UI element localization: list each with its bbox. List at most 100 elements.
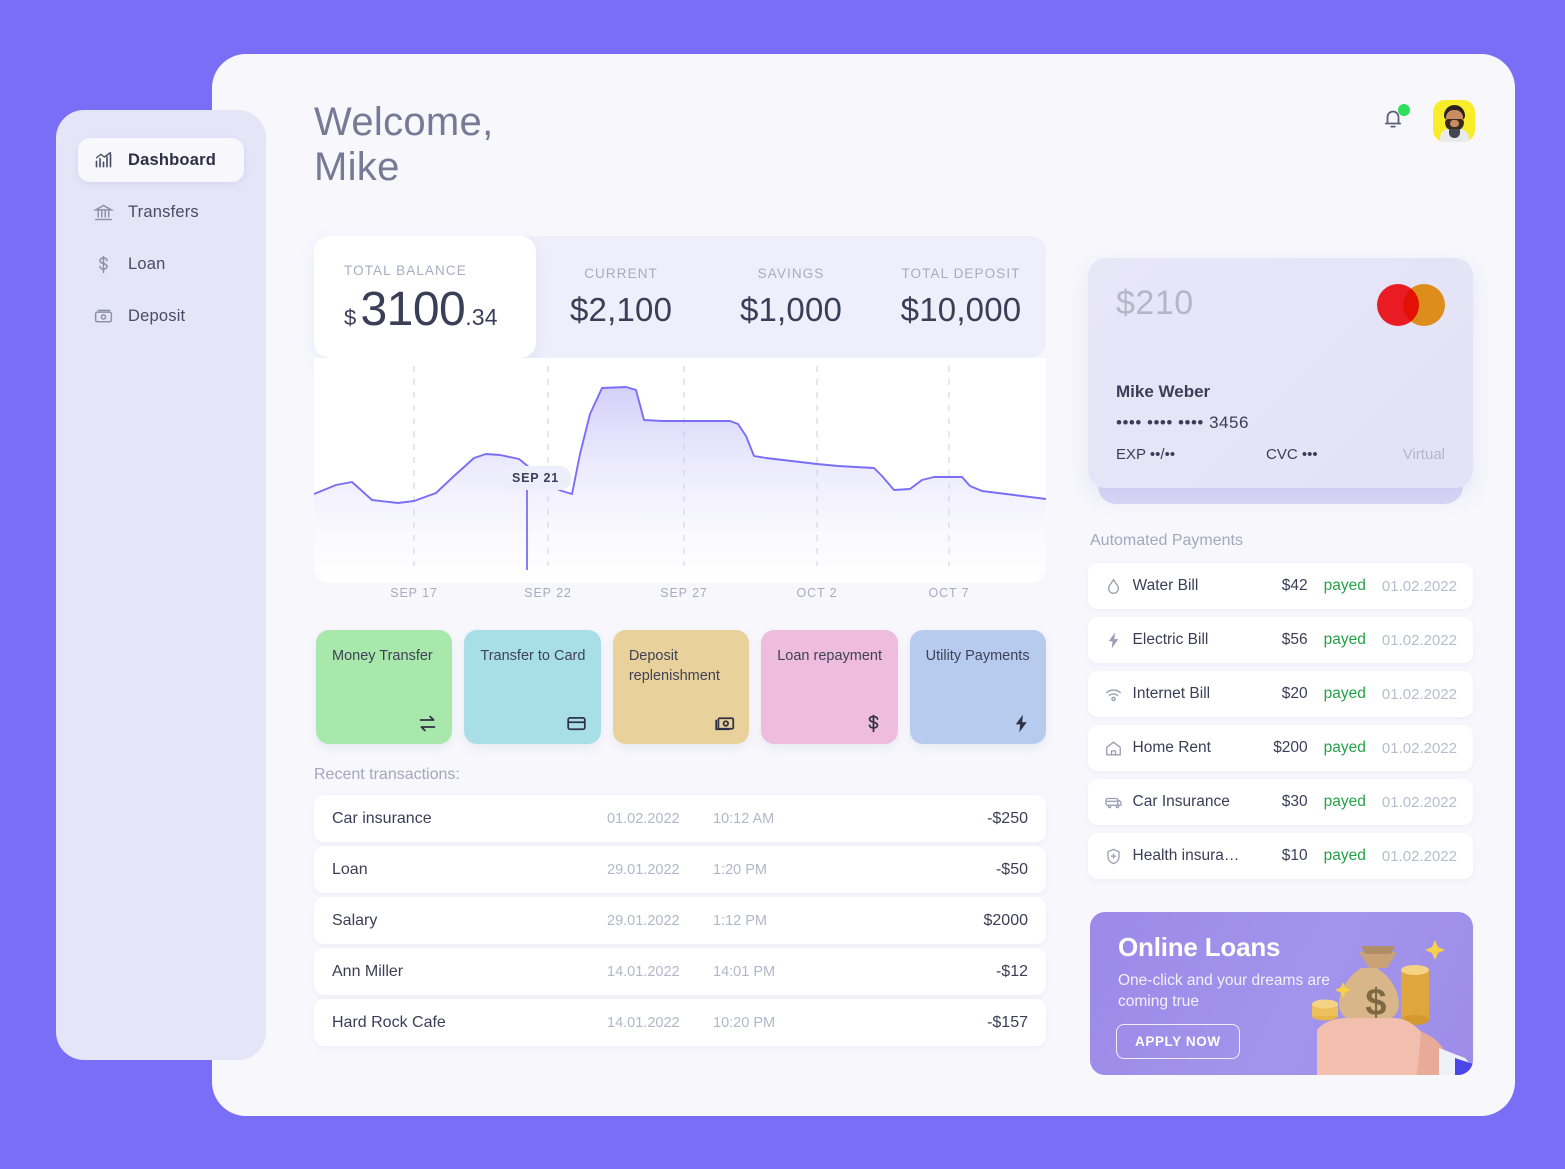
table-row[interactable]: Loan 29.01.2022 1:20 PM -$50 (314, 846, 1046, 893)
payment-amount: $56 (1281, 631, 1308, 648)
apply-now-button[interactable]: APPLY NOW (1116, 1024, 1240, 1059)
recent-transactions-heading: Recent transactions: (314, 766, 460, 783)
card-stack: $210 Mike Weber •••• •••• •••• 3456 EXP … (1088, 258, 1473, 504)
greeting-line-2: Mike (314, 145, 400, 189)
credit-card[interactable]: $210 Mike Weber •••• •••• •••• 3456 EXP … (1088, 258, 1473, 488)
mastercard-logo (1377, 284, 1445, 326)
list-item[interactable]: Electric Bill $56 payed 01.02.2022 (1088, 617, 1473, 663)
action-label: Deposit replenishment (628, 648, 720, 684)
transaction-time: 1:12 PM (713, 912, 767, 929)
app-root: Dashboard Transfers Loan Deposit Welcome… (0, 0, 1565, 1169)
payment-name: Car Insurance (1132, 793, 1230, 810)
x-tick-label: SEP 27 (660, 586, 708, 600)
balance-label: SAVINGS (757, 265, 825, 281)
balance-value: $10,000 (900, 290, 1022, 328)
action-label: Utility Payments (925, 648, 1030, 664)
balance-card-savings[interactable]: SAVINGS $1,000 (706, 236, 876, 358)
bolt-icon (1011, 713, 1032, 734)
transaction-date: 14.01.2022 (607, 1014, 680, 1031)
notifications-button[interactable] (1381, 104, 1410, 136)
hand (1317, 1018, 1473, 1075)
payment-amount: $20 (1281, 685, 1308, 702)
sidebar-item-label: Deposit (128, 306, 186, 325)
table-row[interactable]: Hard Rock Cafe 14.01.2022 10:20 PM -$157 (314, 999, 1046, 1046)
action-deposit-replenishment[interactable]: Deposit replenishment (612, 630, 750, 744)
table-row[interactable]: Salary 29.01.2022 1:12 PM $2000 (314, 897, 1046, 944)
transaction-time: 10:12 AM (713, 810, 775, 827)
dollar-icon (863, 713, 884, 734)
payment-date: 01.02.2022 (1381, 577, 1457, 595)
payment-amount: $30 (1281, 793, 1308, 810)
balance-card-total[interactable]: TOTAL BALANCE $ 3100 .34 (314, 236, 537, 358)
transaction-name: Salary (332, 911, 378, 929)
list-item[interactable]: Water Bill $42 payed 01.02.2022 (1088, 563, 1473, 609)
status-badge: payed (1323, 631, 1366, 648)
balance-value: $1,000 (739, 290, 843, 328)
list-item[interactable]: Health insura… $10 payed 01.02.2022 (1088, 833, 1473, 879)
sidebar-item-label: Transfers (128, 202, 199, 221)
status-badge: payed (1323, 577, 1366, 594)
money-bag: $ (1339, 946, 1399, 1024)
card-holder-name: Mike Weber (1116, 382, 1211, 401)
status-badge: payed (1323, 847, 1366, 864)
payment-date: 01.02.2022 (1381, 793, 1457, 811)
list-item[interactable]: Home Rent $200 payed 01.02.2022 (1088, 725, 1473, 771)
action-utility-payments[interactable]: Utility Payments (909, 630, 1047, 744)
house-icon (1104, 739, 1133, 758)
avatar-chin (1450, 120, 1459, 127)
promo-title: Online Loans (1118, 932, 1281, 962)
payment-name: Health insura… (1132, 847, 1240, 864)
transaction-date: 29.01.2022 (607, 912, 680, 929)
payment-name: Internet Bill (1132, 685, 1211, 702)
sidebar-item-loan[interactable]: Loan (78, 242, 244, 286)
banknote-icon (92, 305, 114, 327)
droplet-icon (1104, 577, 1133, 596)
list-item[interactable]: Car Insurance $30 payed 01.02.2022 (1088, 779, 1473, 825)
transaction-time: 1:20 PM (713, 861, 767, 878)
balance-label: TOTAL DEPOSIT (901, 265, 1021, 281)
action-label: Loan repayment (777, 648, 883, 664)
table-row[interactable]: Ann Miller 14.01.2022 14:01 PM -$12 (314, 948, 1046, 995)
balance-currency: $ (344, 304, 357, 330)
money-bag-in-hand: $ (1312, 940, 1473, 1075)
balance-label: CURRENT (584, 265, 658, 281)
action-label: Transfer to Card (480, 648, 586, 664)
balance-label: TOTAL BALANCE (344, 262, 467, 278)
balance-decimal: .34 (465, 303, 498, 330)
sidebar-item-transfers[interactable]: Transfers (78, 190, 244, 234)
action-money-transfer[interactable]: Money Transfer (316, 630, 453, 744)
balance-chart[interactable] (314, 358, 1046, 583)
payment-name: Home Rent (1132, 739, 1211, 756)
chart-bars-icon (92, 149, 114, 171)
balance-card-current[interactable]: CURRENT $2,100 (536, 236, 706, 358)
transaction-name: Hard Rock Cafe (332, 1013, 446, 1031)
sidebar: Dashboard Transfers Loan Deposit (56, 110, 266, 1060)
transaction-name: Loan (332, 860, 368, 878)
card-expiry: EXP ••/•• (1116, 446, 1176, 463)
list-item[interactable]: Internet Bill $20 payed 01.02.2022 (1088, 671, 1473, 717)
card-footer: EXP ••/•• CVC ••• Virtual (1116, 446, 1445, 463)
sidebar-item-label: Dashboard (128, 150, 216, 169)
sidebar-item-deposit[interactable]: Deposit (78, 294, 244, 338)
automated-payments-heading: Automated Payments (1090, 532, 1243, 549)
avatar[interactable] (1433, 100, 1475, 142)
transaction-amount: -$12 (995, 962, 1028, 980)
payment-date: 01.02.2022 (1381, 847, 1457, 865)
balance-value: $2,100 (569, 290, 673, 328)
action-loan-repayment[interactable]: Loan repayment (761, 630, 898, 744)
transaction-date: 29.01.2022 (607, 861, 680, 878)
notification-badge-dot (1398, 104, 1410, 116)
transaction-time: 10:20 PM (713, 1014, 776, 1031)
action-transfer-to-card[interactable]: Transfer to Card (464, 630, 601, 744)
payment-name: Electric Bill (1132, 631, 1209, 648)
table-row[interactable]: Car insurance 01.02.2022 10:12 AM -$250 (314, 795, 1046, 842)
greeting-line-1: Welcome, (314, 100, 494, 144)
balance-card-total-deposit[interactable]: TOTAL DEPOSIT $10,000 (876, 236, 1046, 358)
balance-integer: 3100 (360, 282, 466, 336)
sidebar-item-dashboard[interactable]: Dashboard (78, 138, 244, 182)
transaction-date: 14.01.2022 (607, 963, 680, 980)
x-tick-label: OCT 2 (796, 586, 838, 600)
chart-svg (314, 366, 1046, 573)
online-loans-banner[interactable]: Online Loans One-click and your dreams a… (1090, 912, 1473, 1075)
payment-amount: $10 (1281, 847, 1308, 864)
